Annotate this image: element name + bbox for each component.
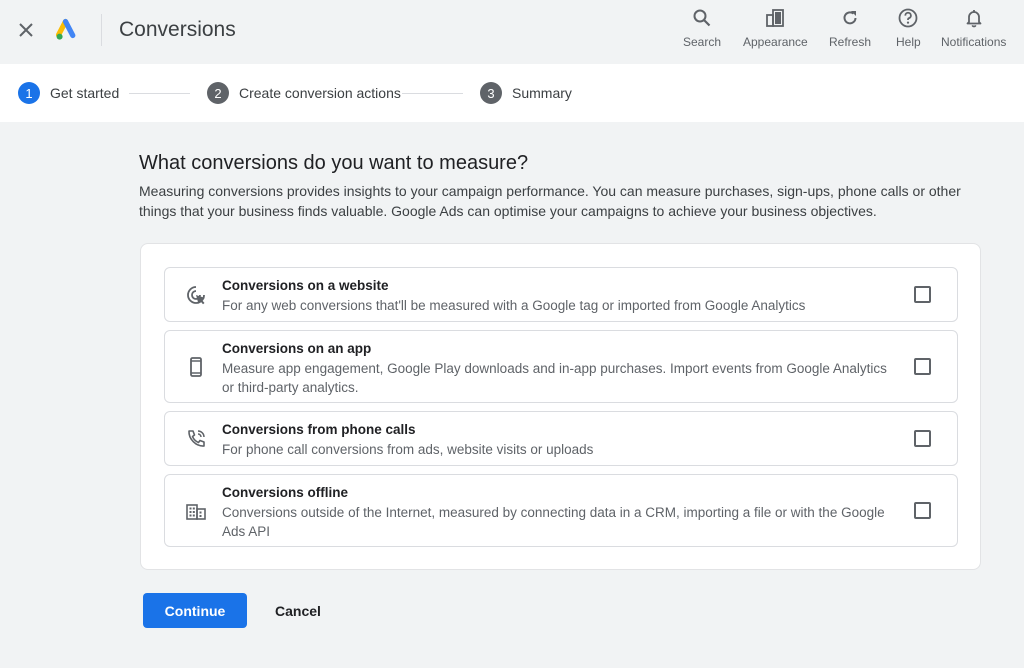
step-number: 2 [207, 82, 229, 104]
appearance-icon [763, 6, 787, 30]
section-heading: What conversions do you want to measure? [139, 152, 529, 174]
option-title: Conversions on a website [222, 278, 389, 293]
option-offline[interactable]: Conversions offline Conversions outside … [164, 474, 958, 547]
step-connector [402, 93, 463, 94]
step-connector [129, 93, 190, 94]
option-description: Conversions outside of the Internet, mea… [222, 505, 885, 539]
google-ads-logo [55, 18, 80, 42]
close-button[interactable] [14, 18, 38, 42]
refresh-icon [838, 6, 862, 30]
phone-icon [184, 355, 208, 379]
step-label: Summary [512, 85, 572, 101]
close-icon [19, 23, 33, 37]
continue-button[interactable]: Continue [143, 593, 247, 628]
step-get-started[interactable]: 1 Get started [18, 82, 119, 104]
option-description: Measure app engagement, Google Play down… [222, 361, 887, 395]
notifications-button[interactable]: Notifications [941, 6, 1006, 49]
appearance-button[interactable]: Appearance [743, 6, 808, 49]
bell-icon [962, 6, 986, 30]
option-description: For phone call conversions from ads, web… [222, 442, 594, 457]
option-website[interactable]: Conversions on a website For any web con… [164, 267, 958, 322]
option-checkbox[interactable] [914, 430, 931, 447]
step-number: 3 [480, 82, 502, 104]
step-number: 1 [18, 82, 40, 104]
top-bar: Conversions Search Appearance Refresh He… [0, 0, 1024, 64]
step-create-conversion-actions[interactable]: 2 Create conversion actions [207, 82, 401, 104]
option-checkbox[interactable] [914, 502, 931, 519]
step-label: Create conversion actions [239, 85, 401, 101]
phone-call-icon [184, 427, 208, 451]
option-checkbox[interactable] [914, 286, 931, 303]
option-checkbox[interactable] [914, 358, 931, 375]
search-icon [690, 6, 714, 30]
building-icon [184, 499, 208, 523]
help-icon [896, 6, 920, 30]
cursor-click-icon [184, 283, 208, 307]
notifications-label: Notifications [941, 35, 1007, 49]
search-label: Search [683, 35, 722, 49]
step-label: Get started [50, 85, 120, 101]
search-button[interactable]: Search [683, 6, 721, 49]
option-title: Conversions on an app [222, 341, 372, 356]
help-button[interactable]: Help [896, 6, 921, 49]
help-label: Help [896, 35, 921, 49]
refresh-button[interactable]: Refresh [829, 6, 871, 49]
option-phone-calls[interactable]: Conversions from phone calls For phone c… [164, 411, 958, 466]
stepper: 1 Get started 2 Create conversion action… [0, 64, 1024, 122]
option-title: Conversions offline [222, 485, 349, 500]
page-title: Conversions [119, 18, 236, 41]
option-title: Conversions from phone calls [222, 422, 416, 437]
options-card: Conversions on a website For any web con… [140, 243, 981, 570]
cancel-button[interactable]: Cancel [264, 593, 332, 628]
appearance-label: Appearance [743, 35, 808, 49]
section-description: Measuring conversions provides insights … [139, 183, 961, 219]
option-app[interactable]: Conversions on an app Measure app engage… [164, 330, 958, 403]
refresh-label: Refresh [829, 35, 872, 49]
header-divider [101, 14, 102, 46]
step-summary[interactable]: 3 Summary [480, 82, 572, 104]
option-description: For any web conversions that'll be measu… [222, 298, 806, 313]
